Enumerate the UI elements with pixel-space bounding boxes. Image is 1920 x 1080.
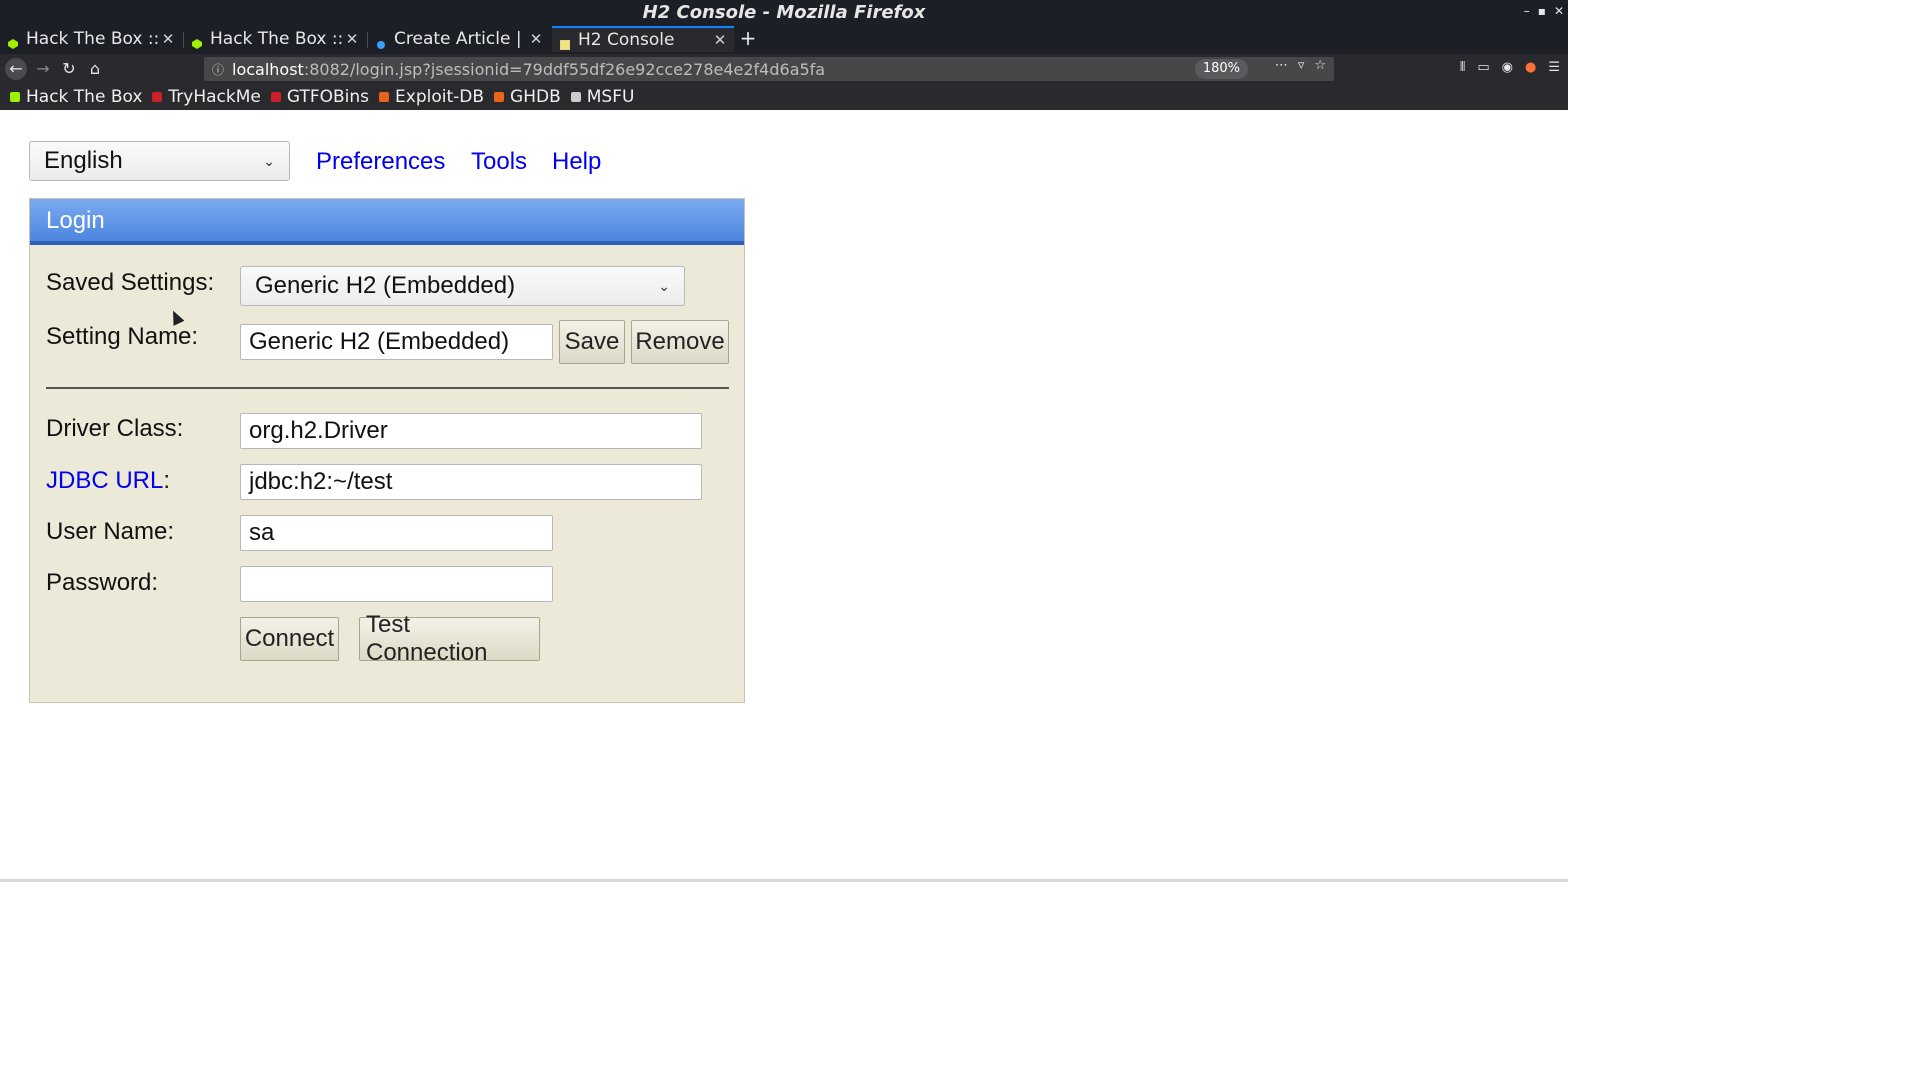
tab-label: Hack The Box :: M	[26, 29, 160, 49]
h2-favicon-icon	[559, 35, 571, 51]
user-name-label: User Name:	[46, 518, 175, 545]
bookmark-label: GHDB	[510, 87, 561, 107]
page-actions-icon[interactable]: ⋯	[1275, 58, 1288, 73]
reload-icon[interactable]: ↻	[58, 58, 80, 80]
chevron-down-icon: ⌄	[263, 152, 275, 169]
divider	[46, 387, 729, 389]
tab-hackthebox-1[interactable]: Hack The Box :: M ✕	[0, 26, 182, 52]
remove-button[interactable]: Remove	[631, 320, 729, 364]
chevron-down-icon: ⌄	[658, 277, 670, 294]
bookmark-hackthebox[interactable]: Hack The Box	[10, 87, 142, 107]
close-tab-icon[interactable]: ✕	[528, 30, 544, 48]
url-host: localhost	[232, 59, 304, 79]
bookmark-label: Hack The Box	[26, 87, 143, 107]
tab-label: Hack The Box :: H	[210, 29, 344, 49]
setting-name-label: Setting Name:	[46, 323, 199, 350]
gtfobins-icon	[270, 92, 281, 102]
site-info-icon[interactable]: ⓘ	[212, 61, 226, 78]
url-bar[interactable]: ⓘ localhost:8082/login.jsp?jsessionid=79…	[204, 57, 1334, 81]
hackthebox-icon	[10, 92, 20, 102]
ghdb-icon	[494, 92, 505, 102]
window-titlebar: H2 Console - Mozilla Firefox – ▪ ✕	[0, 0, 1568, 26]
window-title: H2 Console - Mozilla Firefox	[642, 2, 926, 23]
jdbc-url-input[interactable]: jdbc:h2:~/test	[240, 464, 702, 500]
exploit-db-icon	[379, 92, 390, 102]
bookmarks-toolbar: Hack The Box TryHackMe GTFOBins Exploit-…	[0, 84, 1568, 110]
tab-h2-console[interactable]: H2 Console ✕	[552, 26, 734, 52]
close-tab-icon[interactable]: ✕	[712, 31, 728, 49]
close-window-button[interactable]: ✕	[1554, 4, 1564, 18]
jdbc-url-colon: :	[163, 467, 171, 494]
password-input[interactable]	[240, 566, 553, 602]
bookmark-label: Exploit-DB	[395, 87, 485, 107]
back-arrow-icon[interactable]: ←	[5, 58, 27, 80]
bookmark-label: TryHackMe	[168, 87, 261, 107]
maximize-button[interactable]: ▪	[1538, 4, 1546, 18]
url-path: :8082/login.jsp?jsessionid=79ddf55df26e9…	[303, 59, 826, 79]
saved-settings-value: Generic H2 (Embedded)	[255, 272, 516, 299]
bookmark-gtfobins[interactable]: GTFOBins	[270, 87, 370, 107]
window-bottom-border	[0, 879, 1568, 882]
bookmark-msfu[interactable]: MSFU	[570, 87, 635, 107]
bookmark-label: GTFOBins	[286, 87, 370, 107]
tab-create-article[interactable]: Create Article | 1S ✕	[368, 26, 550, 52]
browser-tools: ⫴ ▭ ◉ ● ☰	[1460, 60, 1560, 75]
saved-settings-select[interactable]: Generic H2 (Embedded) ⌄	[240, 266, 685, 306]
language-select[interactable]: English ⌄	[29, 141, 290, 181]
page-content: English ⌄ Preferences Tools Help Login S…	[0, 110, 1568, 882]
tab-label: H2 Console	[578, 30, 675, 50]
hackthebox-favicon-icon	[192, 34, 202, 49]
close-tab-icon[interactable]: ✕	[160, 30, 176, 48]
language-value: English	[44, 147, 123, 174]
tab-label: Create Article | 1S	[394, 29, 528, 49]
menu-icon[interactable]: ☰	[1548, 60, 1560, 75]
password-label: Password:	[46, 569, 159, 596]
bookmark-tryhackme[interactable]: TryHackMe	[152, 87, 261, 107]
url-text[interactable]: localhost:8082/login.jsp?jsessionid=79dd…	[232, 60, 1334, 79]
bookmark-star-icon[interactable]: ☆	[1314, 58, 1326, 73]
driver-class-label: Driver Class:	[46, 415, 184, 442]
url-bar-actions: ⋯ ▿ ☆	[1275, 58, 1326, 73]
account-icon[interactable]: ◉	[1502, 60, 1513, 75]
minimize-button[interactable]: –	[1524, 4, 1530, 18]
close-tab-icon[interactable]: ✕	[344, 30, 360, 48]
tryhackme-icon	[152, 92, 163, 102]
bookmark-exploit-db[interactable]: Exploit-DB	[379, 87, 484, 107]
user-name-input[interactable]: sa	[240, 515, 553, 551]
jdbc-url-label-row: JDBC URL:	[46, 467, 170, 495]
navigation-toolbar: ← → ↻ ⌂ ⓘ localhost:8082/login.jsp?jsess…	[0, 54, 1568, 84]
drupal-favicon-icon	[376, 34, 386, 49]
setting-name-input[interactable]: Generic H2 (Embedded)	[240, 324, 553, 360]
help-link[interactable]: Help	[552, 148, 601, 176]
msfu-icon	[570, 92, 581, 102]
jdbc-url-help-link[interactable]: JDBC URL	[46, 467, 163, 494]
tab-hackthebox-2[interactable]: Hack The Box :: H ✕	[184, 26, 366, 52]
login-panel: Login Saved Settings: Generic H2 (Embedd…	[29, 198, 745, 703]
save-button[interactable]: Save	[559, 320, 625, 364]
new-tab-button[interactable]: +	[738, 26, 758, 52]
window-controls: – ▪ ✕	[1524, 4, 1564, 18]
extension-icon[interactable]: ●	[1525, 60, 1536, 75]
tools-link[interactable]: Tools	[471, 148, 527, 176]
bookmark-label: MSFU	[586, 87, 635, 107]
saved-settings-label: Saved Settings:	[46, 269, 215, 296]
sidebar-icon[interactable]: ▭	[1477, 60, 1489, 75]
zoom-level-button[interactable]: 180%	[1194, 59, 1248, 79]
library-icon[interactable]: ⫴	[1460, 60, 1465, 75]
preferences-link[interactable]: Preferences	[316, 148, 445, 176]
pocket-icon[interactable]: ▿	[1298, 58, 1305, 73]
login-header: Login	[30, 199, 744, 245]
hackthebox-favicon-icon	[8, 34, 18, 49]
driver-class-input[interactable]: org.h2.Driver	[240, 413, 702, 449]
forward-arrow-icon[interactable]: →	[32, 58, 54, 80]
tab-strip: Hack The Box :: M ✕ Hack The Box :: H ✕ …	[0, 26, 1568, 54]
test-connection-button[interactable]: Test Connection	[359, 611, 540, 666]
home-icon[interactable]: ⌂	[84, 58, 106, 80]
bookmark-ghdb[interactable]: GHDB	[494, 87, 561, 107]
connect-button[interactable]: Connect	[240, 617, 339, 661]
